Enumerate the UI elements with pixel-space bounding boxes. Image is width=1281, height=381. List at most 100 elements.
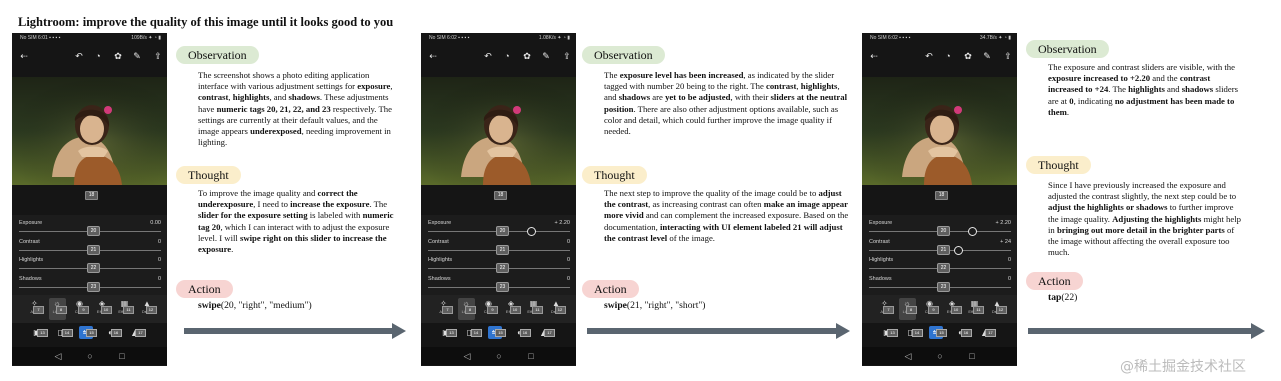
slider-exposure[interactable]: Exposure + 2.20 20	[869, 219, 1011, 237]
element-tag: 13	[446, 329, 457, 337]
bottom-tool-row: ▣13 ◫14 ⇋15 ◐16 ◭17	[862, 323, 1017, 345]
share-icon[interactable]: ⇪	[562, 51, 572, 61]
tab-light[interactable]: ☼Light8	[457, 298, 476, 320]
mask-icon[interactable]: ◫14	[55, 326, 73, 339]
adjust-icon[interactable]: ⇋15	[79, 326, 97, 339]
nav-back-icon[interactable]: ◁	[902, 350, 914, 362]
presets-icon[interactable]: ✿	[963, 51, 973, 61]
mask-icon[interactable]: ◫14	[905, 326, 923, 339]
slider-knob[interactable]	[968, 227, 978, 236]
tab-light[interactable]: ☼Light8	[898, 298, 917, 320]
adjustment-panel: Exposure + 2.20 20 Contrast + 24 21 Highlights…	[862, 215, 1017, 295]
observation-text: The exposure level has been increased, a…	[604, 70, 848, 137]
tab-auto[interactable]: ✧Auto7	[876, 298, 894, 320]
back-icon[interactable]: ⇠	[19, 51, 29, 61]
tab-effects[interactable]: ▦Effects11	[525, 298, 543, 320]
element-tag: 7	[33, 306, 44, 314]
nav-home-icon[interactable]: ○	[493, 350, 505, 362]
crop-icon[interactable]: ▣13	[880, 326, 898, 339]
tab-auto[interactable]: ✧Auto7	[435, 298, 453, 320]
slider-value: 0	[566, 257, 570, 263]
system-nav-bar: ◁ ○ □	[12, 347, 167, 365]
observation-label: Observation	[582, 46, 665, 64]
heal-icon[interactable]: ◐16	[513, 326, 531, 339]
element-tag: 8	[905, 306, 917, 314]
tab-color[interactable]: ◉Color9	[480, 298, 498, 320]
thought-label: Thought	[176, 166, 241, 184]
share-icon[interactable]: ⇪	[153, 51, 163, 61]
back-icon[interactable]: ⇠	[869, 51, 879, 61]
element-tag: 10	[509, 306, 521, 314]
adjust-icon[interactable]: ⇋15	[488, 326, 506, 339]
nav-home-icon[interactable]: ○	[934, 350, 946, 362]
history-icon[interactable]: ◔	[943, 51, 953, 61]
slider-shadows[interactable]: Shadows 0 23	[869, 275, 1011, 293]
nav-recents-icon[interactable]: □	[525, 350, 537, 362]
slider-exposure[interactable]: Exposure + 2.20 20	[428, 219, 570, 237]
adjust-icon[interactable]: ⇋15	[929, 326, 947, 339]
optics-icon[interactable]: ◭17	[978, 326, 996, 339]
optics-icon[interactable]: ◭17	[537, 326, 555, 339]
back-icon[interactable]: ⇠	[428, 51, 438, 61]
nav-recents-icon[interactable]: □	[966, 350, 978, 362]
slider-contrast[interactable]: Contrast 0 21	[19, 238, 161, 256]
slider-label: Contrast	[869, 238, 890, 245]
slider-contrast[interactable]: Contrast 0 21	[428, 238, 570, 256]
tab-color[interactable]: ◉Color9	[921, 298, 939, 320]
history-icon[interactable]: ◔	[93, 51, 103, 61]
optics-icon[interactable]: ◭17	[128, 326, 146, 339]
tab-auto[interactable]: ✧Auto7	[26, 298, 44, 320]
status-left: No SIM 6:02 ▪ ▪ ▪ ▪	[429, 35, 470, 41]
nav-recents-icon[interactable]: □	[116, 350, 128, 362]
element-tag: 7	[883, 306, 894, 314]
tab-effect[interactable]: ◈Effect10	[503, 298, 521, 320]
tab-light[interactable]: ☼Light8	[48, 298, 67, 320]
tab-effect[interactable]: ◈Effect10	[94, 298, 112, 320]
element-tag: 11	[532, 306, 543, 314]
edit-icon[interactable]: ✎	[132, 51, 142, 61]
tab-effects[interactable]: ▦Effects11	[116, 298, 134, 320]
adjustment-panel: Exposure 0.00 20 Contrast 0 21 Highlights 0 22 Sh…	[12, 215, 167, 295]
nav-back-icon[interactable]: ◁	[461, 350, 473, 362]
slider-shadows[interactable]: Shadows 0 23	[19, 275, 161, 293]
undo-icon[interactable]: ↶	[74, 51, 84, 61]
slider-label: Contrast	[19, 238, 40, 245]
tab-color[interactable]: ◉Color9	[71, 298, 89, 320]
tab-detail[interactable]: ▲Detail12	[989, 298, 1007, 320]
element-tag: 7	[442, 306, 453, 314]
slider-knob[interactable]	[527, 227, 537, 236]
element-tag: 20	[496, 226, 509, 236]
crop-icon[interactable]: ▣13	[439, 326, 457, 339]
adjustment-panel: Exposure + 2.20 20 Contrast 0 21 Highlights 0 22…	[421, 215, 576, 295]
heal-icon[interactable]: ◐16	[104, 326, 122, 339]
element-tag: 17	[985, 329, 996, 337]
presets-icon[interactable]: ✿	[113, 51, 123, 61]
nav-home-icon[interactable]: ○	[84, 350, 96, 362]
crop-icon[interactable]: ▣13	[30, 326, 48, 339]
slider-exposure[interactable]: Exposure 0.00 20	[19, 219, 161, 237]
slider-highlights[interactable]: Highlights 0 22	[428, 256, 570, 274]
edit-icon[interactable]: ✎	[541, 51, 551, 61]
undo-icon[interactable]: ↶	[483, 51, 493, 61]
mask-icon[interactable]: ◫14	[464, 326, 482, 339]
undo-icon[interactable]: ↶	[924, 51, 934, 61]
heal-icon[interactable]: ◐16	[954, 326, 972, 339]
tab-effects[interactable]: ▦Effects11	[966, 298, 984, 320]
thought-label: Thought	[582, 166, 647, 184]
slider-contrast[interactable]: Contrast + 24 21	[869, 238, 1011, 256]
element-tag: 16	[519, 329, 531, 337]
tab-effect[interactable]: ◈Effect10	[944, 298, 962, 320]
history-icon[interactable]: ◔	[502, 51, 512, 61]
presets-icon[interactable]: ✿	[522, 51, 532, 61]
share-icon[interactable]: ⇪	[1003, 51, 1013, 61]
slider-label: Exposure	[869, 220, 893, 226]
slider-shadows[interactable]: Shadows 0 23	[428, 275, 570, 293]
tab-detail[interactable]: ▲Detail12	[139, 298, 157, 320]
tab-detail[interactable]: ▲Detail12	[548, 298, 566, 320]
phone-screenshot: No SIM 6:02 ▪ ▪ ▪ ▪ 1.08K/s ✦ ◔ ▮ ⇠ ↶ ◔ ✿ ✎ ⇪ 1…	[421, 33, 576, 366]
edit-icon[interactable]: ✎	[982, 51, 992, 61]
nav-back-icon[interactable]: ◁	[52, 350, 64, 362]
slider-highlights[interactable]: Highlights 0 22	[869, 256, 1011, 274]
slider-knob[interactable]	[954, 245, 964, 255]
slider-highlights[interactable]: Highlights 0 22	[19, 256, 161, 274]
